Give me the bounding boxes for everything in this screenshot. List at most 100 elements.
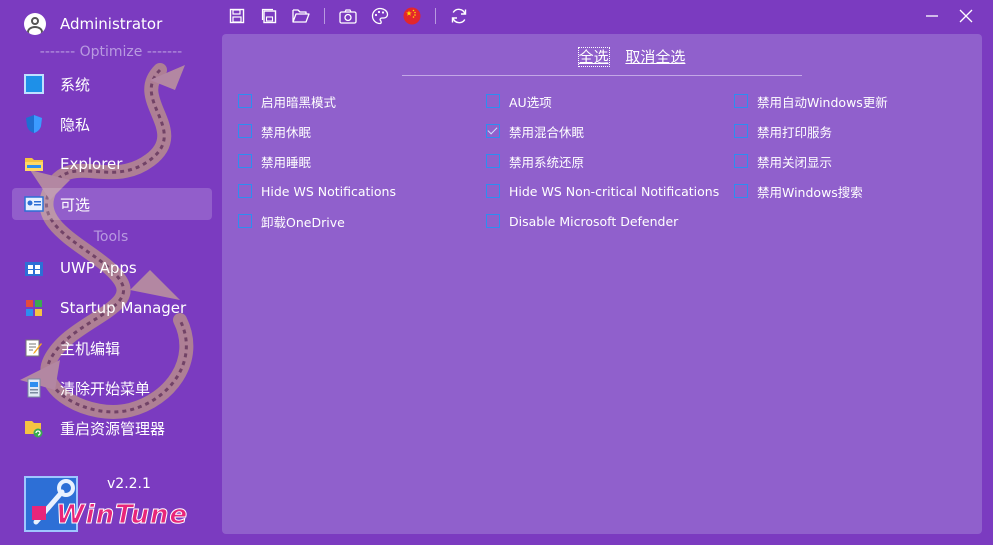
nav-item-clear-start-menu[interactable]: 清除开始菜单 (12, 372, 212, 404)
option-label: Disable Microsoft Defender (509, 213, 679, 229)
option-item[interactable]: 禁用打印服务 (734, 123, 833, 140)
nav-label-privacy: 隐私 (60, 115, 91, 134)
save-all-icon (261, 8, 277, 24)
checkbox[interactable] (734, 94, 748, 108)
save-all-button[interactable] (260, 7, 278, 25)
close-icon (959, 9, 973, 23)
checkbox[interactable] (238, 154, 252, 168)
checkbox-checked[interactable] (486, 124, 500, 138)
shield-icon (26, 115, 42, 133)
option-label: 启用暗黑模式 (261, 94, 337, 110)
nav-label-hosts-edit: 主机编辑 (60, 339, 121, 358)
checkbox[interactable] (238, 184, 252, 198)
edit-document-icon (25, 339, 42, 357)
checkbox[interactable] (734, 154, 748, 168)
nav-item-uwp-apps[interactable]: UWP Apps (12, 252, 212, 284)
nav-item-privacy[interactable]: 隐私 (12, 108, 212, 140)
palette-icon (371, 7, 389, 25)
option-item[interactable]: 禁用自动Windows更新 (734, 93, 888, 110)
option-item[interactable]: Hide WS Non-critical Notifications (486, 183, 719, 199)
checkbox[interactable] (734, 184, 748, 198)
toolbar (228, 5, 482, 27)
save-icon (229, 8, 245, 24)
nav-label-explorer: Explorer (60, 155, 123, 173)
refresh-icon (451, 8, 467, 24)
nav-label-restart-explorer: 重启资源管理器 (60, 419, 166, 438)
nav-label-clear-start-menu: 清除开始菜单 (60, 379, 151, 398)
china-flag-icon (403, 7, 421, 25)
checkbox[interactable] (734, 124, 748, 138)
option-label: 禁用系统还原 (509, 154, 585, 170)
toolbar-separator (324, 8, 325, 24)
nav-item-hosts-edit[interactable]: 主机编辑 (12, 332, 212, 364)
checkbox[interactable] (486, 154, 500, 168)
version-label: v2.2.1 (107, 476, 151, 492)
option-item[interactable]: AU选项 (486, 93, 552, 110)
open-folder-button[interactable] (292, 7, 310, 25)
option-label: 禁用Windows搜索 (757, 184, 863, 200)
nav-label-startup-manager: Startup Manager (60, 299, 187, 317)
close-button[interactable] (956, 6, 976, 26)
nav-item-system[interactable]: 系统 (12, 68, 212, 100)
checkbox[interactable] (238, 124, 252, 138)
deselect-all-link[interactable]: 取消全选 (625, 48, 685, 66)
option-item[interactable]: 禁用休眠 (238, 123, 312, 140)
refresh-button[interactable] (450, 7, 468, 25)
checkbox[interactable] (486, 214, 500, 228)
camera-icon (339, 9, 357, 24)
toolbar-separator (435, 8, 436, 24)
select-links: 全选 取消全选 (222, 46, 993, 67)
nav-label-system: 系统 (60, 75, 91, 94)
user-name: Administrator (60, 15, 163, 33)
option-item[interactable]: Hide WS Notifications (238, 183, 396, 199)
option-label: 禁用混合休眠 (509, 124, 585, 140)
option-label: 禁用打印服务 (757, 124, 833, 140)
minimize-button[interactable] (922, 6, 942, 26)
select-all-link[interactable]: 全选 (577, 47, 610, 67)
section-tools-label: Tools (93, 229, 129, 245)
nav-item-startup-manager[interactable]: Startup Manager (12, 292, 212, 324)
option-label: 卸载OneDrive (261, 214, 345, 230)
folder-icon (25, 158, 43, 171)
option-label: 禁用休眠 (261, 124, 312, 140)
option-item[interactable]: Disable Microsoft Defender (486, 213, 678, 229)
nav-label-optional: 可选 (60, 195, 91, 214)
option-item[interactable]: 禁用关闭显示 (734, 153, 833, 170)
option-item[interactable]: 启用暗黑模式 (238, 93, 337, 110)
divider (402, 75, 802, 76)
section-optimize-label: ------- Optimize ------- (39, 44, 183, 60)
option-label: Hide WS Notifications (261, 183, 396, 199)
save-button[interactable] (228, 7, 246, 25)
id-card-icon (24, 196, 44, 212)
minimize-icon (926, 15, 938, 17)
option-item[interactable]: 禁用睡眠 (238, 153, 311, 170)
checkbox[interactable] (486, 94, 500, 108)
nav-item-explorer[interactable]: Explorer (12, 148, 212, 180)
store-icon (25, 262, 43, 276)
sidebar: Administrator ------- Optimize ------- 系… (0, 0, 222, 545)
app-logo: WinTune (24, 470, 188, 534)
nav-label-uwp-apps: UWP Apps (60, 259, 137, 277)
theme-button[interactable] (371, 7, 389, 25)
folder-open-icon (292, 9, 310, 23)
screenshot-button[interactable] (339, 7, 357, 25)
option-label: 禁用自动Windows更新 (757, 94, 888, 110)
monitor-icon (24, 74, 44, 94)
option-item[interactable]: 禁用Windows搜索 (734, 183, 863, 200)
option-label: Hide WS Non-critical Notifications (509, 183, 720, 199)
explorer-restart-icon (25, 421, 43, 438)
option-label: 禁用关闭显示 (757, 154, 833, 170)
checkbox[interactable] (238, 94, 252, 108)
user-avatar-icon (24, 13, 46, 35)
option-item[interactable]: 禁用混合休眠 (486, 123, 585, 140)
nav-item-optional[interactable]: 可选 (12, 188, 212, 220)
user-profile[interactable]: Administrator (24, 12, 162, 36)
language-button[interactable] (403, 7, 421, 25)
checkbox[interactable] (486, 184, 500, 198)
option-item[interactable]: 禁用系统还原 (486, 153, 585, 170)
nav-item-restart-explorer[interactable]: 重启资源管理器 (12, 412, 212, 444)
option-item[interactable]: 卸载OneDrive (238, 213, 345, 230)
checkbox[interactable] (238, 214, 252, 228)
logo-text: WinTune (55, 500, 189, 531)
startup-icon (26, 300, 42, 316)
